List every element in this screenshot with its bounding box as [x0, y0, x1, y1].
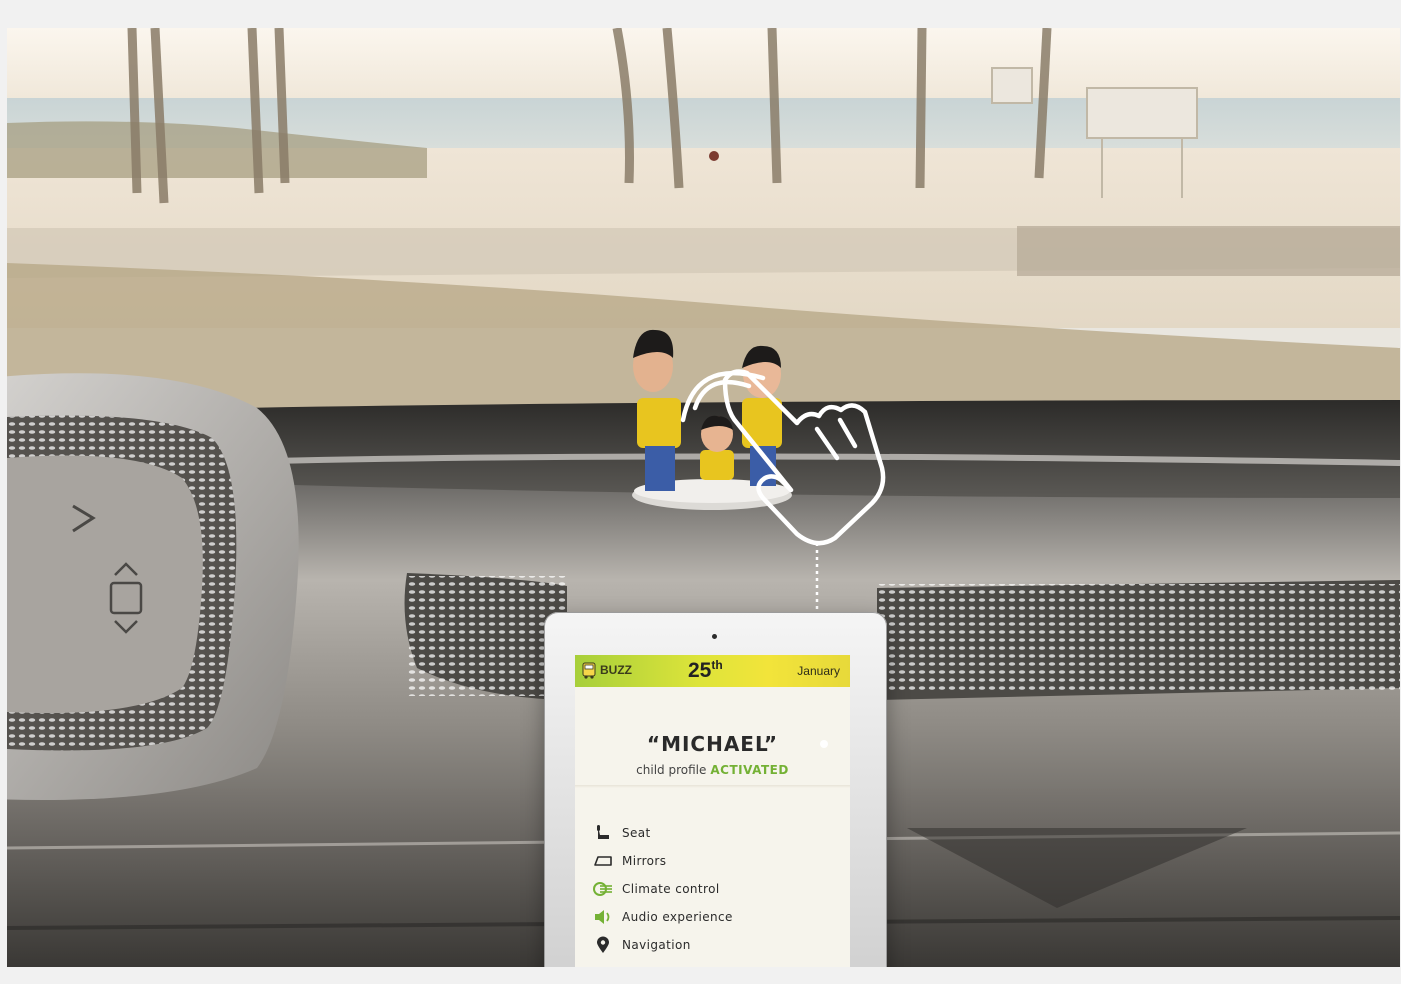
photo-frame: BUZZ 25th January “MICHAEL” child profil…: [7, 28, 1400, 967]
menu-item-audio[interactable]: Audio experience: [592, 903, 733, 931]
tablet-device: BUZZ 25th January “MICHAEL” child profil…: [544, 612, 887, 967]
location-pin-icon: [592, 936, 614, 953]
section-divider: [575, 785, 850, 788]
mirror-icon: [592, 853, 614, 869]
menu-item-mirrors[interactable]: Mirrors: [592, 847, 733, 875]
bus-icon: [582, 662, 596, 679]
date-day: 25th: [688, 658, 723, 682]
tablet-screen[interactable]: BUZZ 25th January “MICHAEL” child profil…: [575, 655, 850, 967]
menu-item-navigation[interactable]: Navigation: [592, 931, 733, 959]
brand-label: BUZZ: [600, 663, 632, 677]
date-month: January: [797, 664, 840, 678]
profile-status-badge: ACTIVATED: [710, 763, 789, 777]
menu-label-mirrors: Mirrors: [622, 854, 667, 868]
gesture-connector-dot: [820, 740, 828, 748]
profile-subtitle: child profile: [636, 763, 707, 777]
tablet-camera: [712, 634, 717, 639]
climate-icon: [592, 881, 614, 897]
date-header: BUZZ 25th January: [575, 655, 850, 687]
menu-label-audio: Audio experience: [622, 910, 733, 924]
menu-label-seat: Seat: [622, 826, 651, 840]
menu-item-seat[interactable]: Seat: [592, 819, 733, 847]
menu-label-climate: Climate control: [622, 882, 720, 896]
profile-status-line: child profile ACTIVATED: [575, 763, 850, 777]
menu-item-climate[interactable]: Climate control: [592, 875, 733, 903]
speaker-icon: [592, 909, 614, 925]
seat-icon: [592, 825, 614, 841]
settings-menu: Seat Mirrors Climate control Audio exper…: [592, 819, 733, 959]
profile-name: “MICHAEL”: [646, 732, 779, 756]
menu-label-navigation: Navigation: [622, 938, 691, 952]
